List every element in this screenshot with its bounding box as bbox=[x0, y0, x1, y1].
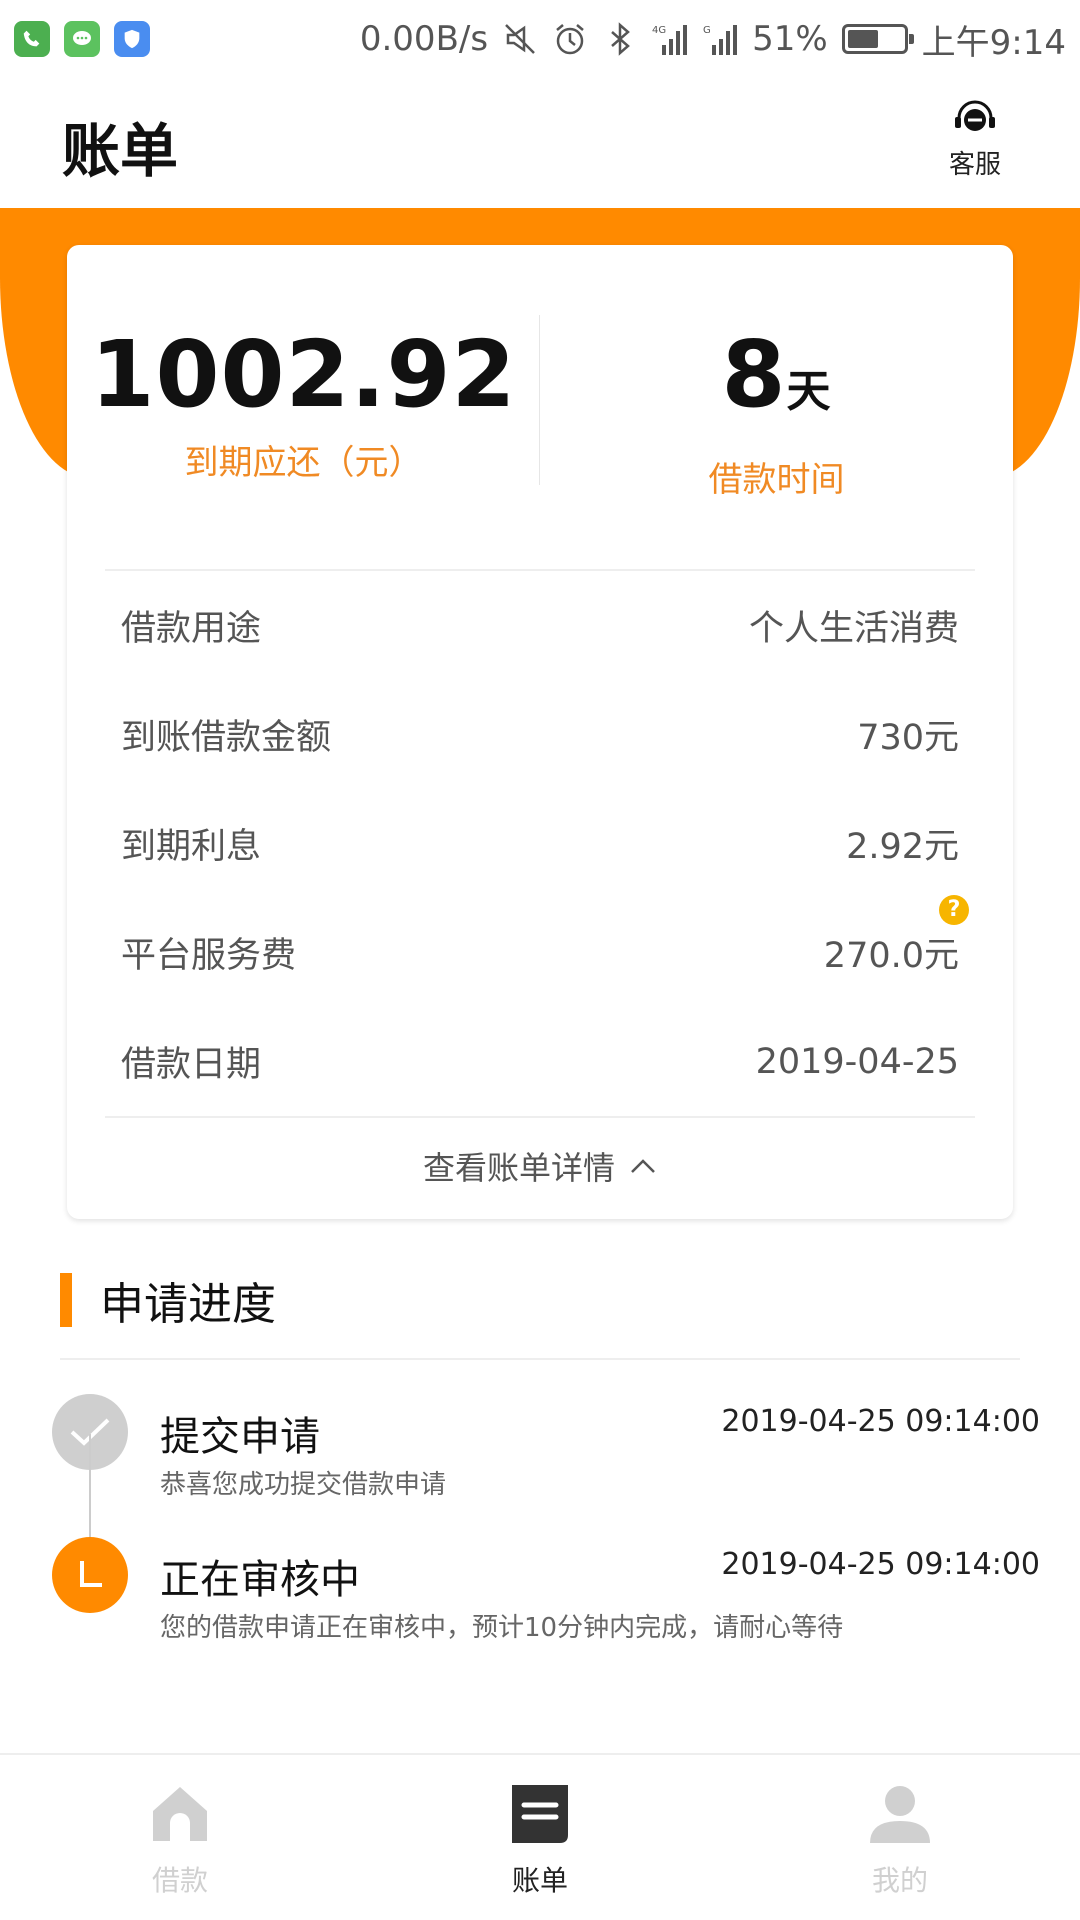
detail-value: 2019-04-25 bbox=[755, 1041, 959, 1082]
page-title: 账单 bbox=[62, 117, 179, 185]
loan-term-label: 借款时间 bbox=[708, 460, 845, 500]
step-connector bbox=[89, 1434, 91, 1538]
detail-label: 平台服务费 bbox=[121, 936, 297, 976]
bottom-nav: 借款 账单 我的 bbox=[0, 1753, 1080, 1920]
message-app-icon bbox=[64, 21, 100, 57]
bill-card: 1002.92 到期应还（元） 8天 借款时间 借款用途 个人生活消费 到账借款… bbox=[67, 245, 1013, 1219]
detail-row-interest: 到期利息 2.92元 bbox=[105, 789, 975, 898]
phone-app-icon bbox=[14, 21, 50, 57]
battery-icon bbox=[841, 24, 914, 54]
nav-item-bill[interactable]: 账单 bbox=[360, 1755, 720, 1920]
status-bar: 0.00B/s 4G G 51% 上午9:14 bbox=[0, 0, 1080, 78]
detail-row-received-amount: 到账借款金额 730元 bbox=[105, 680, 975, 789]
chevron-up-icon bbox=[631, 1159, 655, 1173]
loan-term-value: 8天 bbox=[540, 325, 1013, 442]
progress-section-title: 申请进度 bbox=[100, 1279, 276, 1330]
section-accent-bar bbox=[60, 1273, 72, 1327]
step-title: 提交申请 bbox=[160, 1414, 320, 1460]
amount-due-label: 到期应还（元） bbox=[184, 443, 423, 483]
svg-text:G: G bbox=[703, 25, 711, 36]
loan-term-block: 8天 借款时间 bbox=[540, 325, 1013, 501]
detail-value: 730元 bbox=[857, 718, 959, 758]
clock-icon bbox=[52, 1537, 128, 1613]
progress-section-header: 申请进度 bbox=[60, 1268, 276, 1332]
loan-term-number: 8 bbox=[721, 321, 787, 428]
detail-row-purpose: 借款用途 个人生活消费 bbox=[105, 571, 975, 680]
detail-label: 借款用途 bbox=[121, 609, 262, 649]
bill-icon bbox=[512, 1785, 568, 1843]
signal-g-icon: G bbox=[703, 25, 738, 55]
amount-due-block: 1002.92 到期应还（元） bbox=[67, 325, 540, 484]
detail-label: 借款日期 bbox=[121, 1045, 262, 1085]
step-time: 2019-04-25 09:14:00 bbox=[721, 1404, 1040, 1439]
detail-value: 2.92元 bbox=[846, 827, 959, 867]
shield-app-icon bbox=[114, 21, 150, 57]
bill-details: 借款用途 个人生活消费 到账借款金额 730元 到期利息 2.92元 平台服务费… bbox=[105, 569, 975, 1118]
step-desc: 恭喜您成功提交借款申请 bbox=[160, 1470, 447, 1500]
nav-label: 借款 bbox=[151, 1864, 208, 1897]
view-bill-details-toggle[interactable]: 查看账单详情 bbox=[67, 1131, 1013, 1201]
signal-4g-icon: 4G bbox=[652, 25, 688, 55]
bill-summary: 1002.92 到期应还（元） 8天 借款时间 bbox=[67, 245, 1013, 570]
help-icon[interactable]: ? bbox=[939, 895, 969, 925]
headset-icon bbox=[955, 100, 995, 131]
detail-row-service-fee: 平台服务费 270.0元 ? bbox=[105, 895, 975, 1007]
clock: 上午9:14 bbox=[921, 22, 1066, 63]
mute-icon bbox=[505, 24, 535, 54]
detail-value-wrap: 270.0元 ? bbox=[823, 895, 969, 978]
detail-label: 到账借款金额 bbox=[121, 718, 332, 758]
detail-label: 到期利息 bbox=[121, 827, 262, 867]
nav-label: 我的 bbox=[871, 1864, 928, 1897]
net-speed: 0.00B/s bbox=[359, 19, 489, 59]
alarm-icon bbox=[556, 24, 584, 55]
detail-value: 个人生活消费 bbox=[748, 609, 959, 649]
loan-term-unit: 天 bbox=[786, 366, 832, 417]
nav-item-loan[interactable]: 借款 bbox=[0, 1755, 360, 1920]
step-title: 正在审核中 bbox=[160, 1557, 360, 1603]
nav-item-mine[interactable]: 我的 bbox=[720, 1755, 1080, 1920]
section-divider bbox=[60, 1358, 1020, 1360]
header: 账单 客服 bbox=[0, 78, 1080, 208]
amount-due-value: 1002.92 bbox=[90, 321, 517, 428]
bluetooth-icon bbox=[611, 22, 630, 56]
step-time: 2019-04-25 09:14:00 bbox=[721, 1547, 1040, 1582]
customer-service-label: 客服 bbox=[948, 150, 1001, 180]
step-desc: 您的借款申请正在审核中，预计10分钟内完成，请耐心等待 bbox=[160, 1613, 844, 1643]
detail-row-loan-date: 借款日期 2019-04-25 bbox=[105, 1007, 975, 1116]
svg-text:4G: 4G bbox=[652, 25, 666, 36]
battery-percent: 51% bbox=[752, 19, 828, 59]
customer-service-button[interactable]: 客服 bbox=[940, 100, 1010, 181]
user-icon bbox=[870, 1786, 930, 1843]
home-icon bbox=[153, 1787, 207, 1841]
detail-toggle-label: 查看账单详情 bbox=[422, 1149, 615, 1187]
detail-value: 270.0元 bbox=[823, 936, 959, 976]
nav-label: 账单 bbox=[511, 1864, 568, 1897]
